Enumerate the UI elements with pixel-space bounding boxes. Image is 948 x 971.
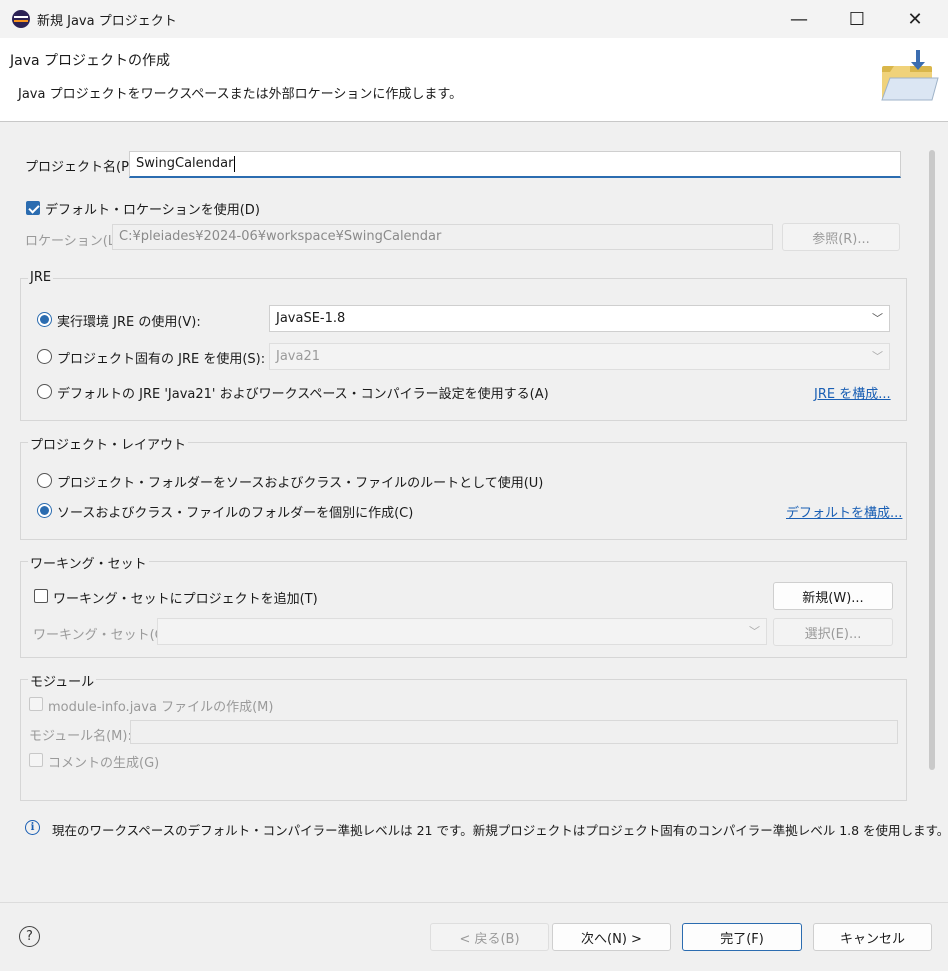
jre-project-select[interactable]: Java21 ﹀ <box>269 343 890 370</box>
generate-comment-checkbox[interactable] <box>29 753 43 767</box>
jre-env-value: JavaSE-1.8 <box>276 311 346 326</box>
working-sets-select[interactable]: ﹀ <box>157 618 767 645</box>
jre-env-select[interactable]: JavaSE-1.8 ﹀ <box>269 305 890 332</box>
chevron-down-icon: ﹀ <box>749 625 760 638</box>
layout-separate-radio[interactable] <box>37 503 52 518</box>
module-name-field[interactable] <box>130 720 898 744</box>
working-sets-label: ワーキング・セット(O): <box>33 628 175 643</box>
info-message: 現在のワークスペースのデフォルト・コンパイラー準拠レベルは 21 です。新規プロ… <box>52 823 948 838</box>
back-button[interactable]: < 戻る(B) <box>430 923 549 951</box>
use-default-location-label: デフォルト・ロケーションを使用(D) <box>45 203 260 218</box>
select-working-set-button[interactable]: 選択(E)... <box>773 618 893 646</box>
jre-default-radio[interactable] <box>37 384 52 399</box>
chevron-down-icon: ﹀ <box>872 312 883 325</box>
location-label: ロケーション(L): <box>25 234 125 249</box>
project-name-input[interactable]: SwingCalendar <box>129 151 901 178</box>
chevron-down-icon: ﹀ <box>872 350 883 363</box>
cancel-button[interactable]: キャンセル <box>813 923 932 951</box>
project-name-value: SwingCalendar <box>136 156 234 171</box>
create-module-info-label: module-info.java ファイルの作成(M) <box>48 700 274 715</box>
jre-env-label: 実行環境 JRE の使用(V): <box>57 315 201 330</box>
layout-root-radio[interactable] <box>37 473 52 488</box>
jre-project-label: プロジェクト固有の JRE を使用(S): <box>57 352 266 367</box>
add-to-working-set-checkbox[interactable] <box>34 589 48 603</box>
new-project-folder-icon <box>881 50 939 101</box>
text-cursor <box>234 155 236 172</box>
project-name-label: プロジェクト名(P): <box>25 160 139 175</box>
minimize-button[interactable]: — <box>776 4 822 34</box>
use-default-location-checkbox[interactable] <box>26 201 40 215</box>
jre-project-value: Java21 <box>276 349 321 364</box>
project-layout-group <box>20 442 907 540</box>
jre-default-label: デフォルトの JRE 'Java21' およびワークスペース・コンパイラー設定を… <box>57 387 549 402</box>
create-module-info-checkbox[interactable] <box>29 697 43 711</box>
vertical-scrollbar[interactable] <box>929 150 935 770</box>
configure-defaults-link[interactable]: デフォルトを構成... <box>786 502 902 521</box>
layout-separate-label: ソースおよびクラス・ファイルのフォルダーを個別に作成(C) <box>57 506 414 521</box>
module-group-title: モジュール <box>28 671 97 690</box>
finish-button[interactable]: 完了(F) <box>682 923 802 951</box>
jre-project-radio[interactable] <box>37 349 52 364</box>
info-icon: i <box>25 820 40 835</box>
eclipse-app-icon <box>12 10 30 28</box>
jre-group-title: JRE <box>28 270 54 285</box>
project-layout-group-title: プロジェクト・レイアウト <box>28 434 189 453</box>
help-icon[interactable]: ? <box>19 926 40 947</box>
add-to-working-set-label: ワーキング・セットにプロジェクトを追加(T) <box>53 592 318 607</box>
close-button[interactable]: ✕ <box>892 4 938 34</box>
layout-root-label: プロジェクト・フォルダーをソースおよびクラス・ファイルのルートとして使用(U) <box>57 476 544 491</box>
page-title: Java プロジェクトの作成 <box>10 53 171 69</box>
browse-location-button[interactable]: 参照(R)... <box>782 223 900 251</box>
maximize-button[interactable]: ☐ <box>834 4 880 34</box>
jre-env-radio[interactable] <box>37 312 52 327</box>
location-field[interactable]: C:¥pleiades¥2024-06¥workspace¥SwingCalen… <box>112 224 773 250</box>
module-name-label: モジュール名(M): <box>29 729 132 744</box>
new-working-set-button[interactable]: 新規(W)... <box>773 582 893 610</box>
generate-comment-label: コメントの生成(G) <box>48 756 160 771</box>
working-set-group-title: ワーキング・セット <box>28 553 149 572</box>
footer-separator <box>0 902 948 903</box>
next-button[interactable]: 次へ(N) > <box>552 923 671 951</box>
window-title: 新規 Java プロジェクト <box>37 14 177 29</box>
configure-jre-link[interactable]: JRE を構成... <box>814 383 891 402</box>
page-description: Java プロジェクトをワークスペースまたは外部ロケーションに作成します。 <box>18 87 463 102</box>
